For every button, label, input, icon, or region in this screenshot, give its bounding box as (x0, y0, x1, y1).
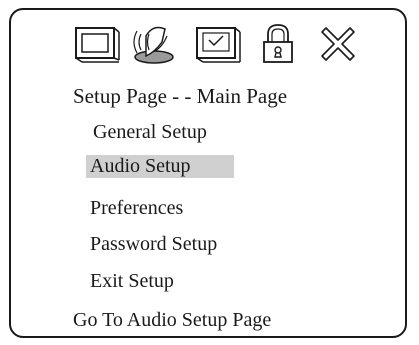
menu-item-preferences[interactable]: Preferences (90, 197, 183, 220)
exit-x-icon[interactable] (316, 22, 360, 68)
menu-item-general-setup[interactable]: General Setup (93, 121, 207, 144)
lock-icon[interactable] (256, 22, 300, 68)
menu-item-audio-setup[interactable]: Audio Setup (86, 155, 234, 178)
monitor-icon[interactable] (72, 22, 122, 68)
speaker-icon[interactable] (129, 22, 179, 68)
page-title: Setup Page - - Main Page (73, 84, 288, 108)
checkbox-preferences-icon[interactable] (193, 22, 243, 68)
menu-item-exit-setup[interactable]: Exit Setup (90, 270, 174, 293)
status-text: Go To Audio Setup Page (73, 309, 272, 331)
menu-item-password-setup[interactable]: Password Setup (90, 233, 217, 256)
